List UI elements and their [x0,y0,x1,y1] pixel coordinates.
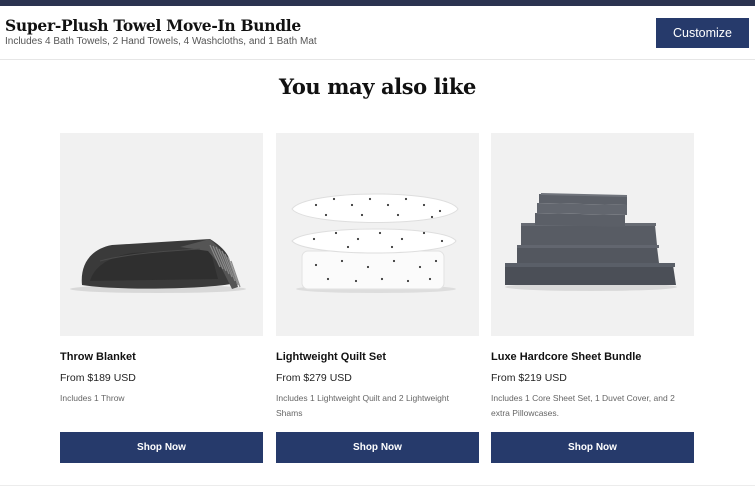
throw-blanket-image[interactable] [60,133,263,336]
product-name[interactable]: Lightweight Quilt Set [276,351,386,363]
customize-button[interactable]: Customize [656,18,749,48]
product-name[interactable]: Throw Blanket [60,351,136,363]
section-divider [0,485,755,486]
sheet-bundle-image[interactable] [491,133,694,336]
product-price: From $219 USD [491,372,567,384]
product-title: Super-Plush Towel Move-In Bundle [5,16,301,35]
sheet-bundle-illustration [505,193,677,291]
sticky-product-bar: Super-Plush Towel Move-In Bundle Include… [0,6,755,60]
product-card-sheet-bundle: Luxe Hardcore Sheet Bundle From $219 USD… [491,133,694,463]
product-description: Includes 1 Core Sheet Set, 1 Duvet Cover… [491,393,675,418]
shop-now-button[interactable]: Shop Now [276,432,479,463]
product-price: From $279 USD [276,372,352,384]
product-description: Includes 1 Lightweight Quilt and 2 Light… [276,393,449,418]
product-price: From $189 USD [60,372,136,384]
product-card-quilt-set: Lightweight Quilt Set From $279 USD Incl… [276,133,479,463]
shop-now-button[interactable]: Shop Now [491,432,694,463]
product-name[interactable]: Luxe Hardcore Sheet Bundle [491,351,641,363]
shop-now-button[interactable]: Shop Now [60,432,263,463]
product-description: Includes 1 Throw [60,393,125,403]
quilt-set-image[interactable] [276,133,479,336]
quilt-set-illustration [291,193,459,293]
section-title: You may also like [279,74,476,99]
product-card-throw-blanket: Throw Blanket From $189 USD Includes 1 T… [60,133,263,463]
product-subtitle: Includes 4 Bath Towels, 2 Hand Towels, 4… [5,36,317,47]
throw-blanket-illustration [70,239,246,293]
